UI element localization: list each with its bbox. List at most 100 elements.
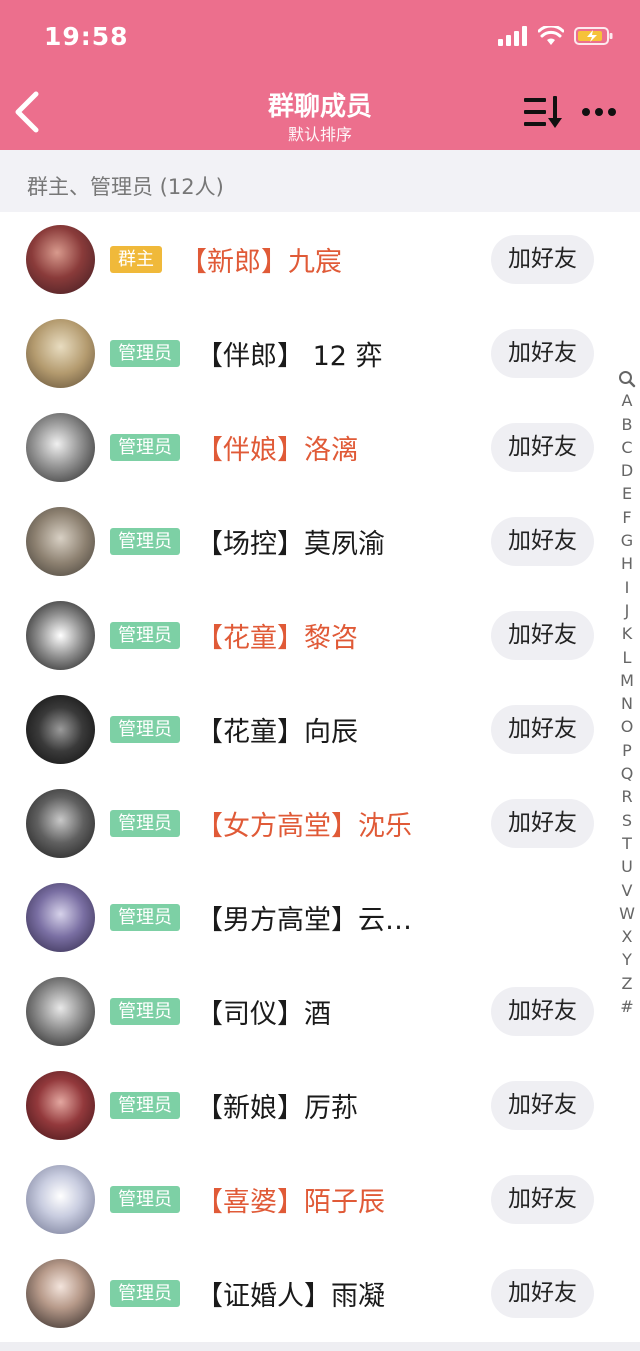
member-name: 【新郎】九宸 <box>180 247 342 278</box>
member-row[interactable]: 管理员 【伴郎】 12 弈 加好友 <box>0 306 640 400</box>
admin-badge: 管理员 <box>110 998 180 1025</box>
avatar[interactable] <box>26 1165 95 1234</box>
index-letter[interactable]: E <box>615 482 639 505</box>
avatar[interactable] <box>26 883 95 952</box>
admin-badge: 管理员 <box>110 1186 180 1213</box>
index-letter[interactable]: A <box>615 389 639 412</box>
member-name: 【新娘】厉荪 <box>196 1093 358 1124</box>
member-list: 群主 【新郎】九宸 加好友 管理员 【伴郎】 12 弈 加好友 管理员 【伴娘】… <box>0 212 640 1340</box>
admin-badge: 管理员 <box>110 810 180 837</box>
bottom-divider <box>0 1342 640 1351</box>
index-letter[interactable]: D <box>615 459 639 482</box>
add-friend-button[interactable]: 加好友 <box>491 1081 594 1130</box>
sort-icon[interactable] <box>522 92 564 132</box>
admin-badge: 管理员 <box>110 434 180 461</box>
signal-icon <box>498 26 527 46</box>
index-letter[interactable]: N <box>615 692 639 715</box>
section-header: 群主、管理员 (12人) <box>0 150 640 212</box>
index-letter[interactable]: T <box>615 832 639 855</box>
add-friend-button[interactable]: 加好友 <box>491 1175 594 1224</box>
nav-header: 19:58 群聊成员 默认排序 <box>0 0 640 150</box>
index-search-icon[interactable] <box>615 366 639 389</box>
add-friend-button[interactable]: 加好友 <box>491 1269 594 1318</box>
avatar[interactable] <box>26 789 95 858</box>
member-row[interactable]: 管理员 【司仪】酒 加好友 <box>0 964 640 1058</box>
add-friend-button[interactable]: 加好友 <box>491 235 594 284</box>
owner-badge: 群主 <box>110 246 162 273</box>
index-letter[interactable]: J <box>615 599 639 622</box>
admin-badge: 管理员 <box>110 904 180 931</box>
index-letter[interactable]: V <box>615 879 639 902</box>
status-icons <box>498 26 614 46</box>
index-letter[interactable]: U <box>615 855 639 878</box>
member-row[interactable]: 管理员 【证婚人】雨凝 加好友 <box>0 1246 640 1340</box>
index-letter[interactable]: C <box>615 436 639 459</box>
battery-icon <box>574 27 613 45</box>
index-letter[interactable]: X <box>615 925 639 948</box>
member-name: 【喜婆】陌子辰 <box>196 1187 385 1218</box>
add-friend-button[interactable]: 加好友 <box>491 799 594 848</box>
member-row[interactable]: 管理员 【新娘】厉荪 加好友 <box>0 1058 640 1152</box>
index-letter[interactable]: S <box>615 809 639 832</box>
add-friend-button[interactable]: 加好友 <box>491 705 594 754</box>
admin-badge: 管理员 <box>110 716 180 743</box>
member-row[interactable]: 管理员 【喜婆】陌子辰 加好友 <box>0 1152 640 1246</box>
avatar[interactable] <box>26 507 95 576</box>
admin-badge: 管理员 <box>110 528 180 555</box>
member-row[interactable]: 管理员 【伴娘】洛漓 加好友 <box>0 400 640 494</box>
index-letter[interactable]: B <box>615 413 639 436</box>
member-name: 【男方高堂】云… <box>196 905 412 936</box>
index-letter[interactable]: P <box>615 739 639 762</box>
wifi-icon <box>538 26 564 45</box>
section-label: 群主、管理员 (12人) <box>27 175 224 199</box>
status-time: 19:58 <box>44 22 129 51</box>
member-name: 【场控】莫夙渝 <box>196 529 385 560</box>
index-letter[interactable]: W <box>615 902 639 925</box>
add-friend-button[interactable]: 加好友 <box>491 517 594 566</box>
index-letter[interactable]: I <box>615 576 639 599</box>
avatar[interactable] <box>26 319 95 388</box>
member-row[interactable]: 管理员 【花童】向辰 加好友 <box>0 682 640 776</box>
index-letter[interactable]: # <box>615 995 639 1018</box>
member-name: 【女方高堂】沈乐 <box>196 811 412 842</box>
add-friend-button[interactable]: 加好友 <box>491 423 594 472</box>
index-letter[interactable]: M <box>615 669 639 692</box>
index-letter[interactable]: F <box>615 506 639 529</box>
member-name: 【证婚人】雨凝 <box>196 1281 385 1312</box>
index-letter[interactable]: Y <box>615 948 639 971</box>
admin-badge: 管理员 <box>110 340 180 367</box>
alphabet-index[interactable]: A B C D E F G H I J K L M N O P Q R S T … <box>615 366 639 1018</box>
avatar[interactable] <box>26 1071 95 1140</box>
avatar[interactable] <box>26 695 95 764</box>
index-letter[interactable]: L <box>615 646 639 669</box>
member-name: 【伴娘】洛漓 <box>196 435 358 466</box>
index-letter[interactable]: Q <box>615 762 639 785</box>
index-letter[interactable]: Z <box>615 972 639 995</box>
member-name: 【伴郎】 12 弈 <box>196 341 383 372</box>
avatar[interactable] <box>26 225 95 294</box>
member-row[interactable]: 管理员 【场控】莫夙渝 加好友 <box>0 494 640 588</box>
index-letter[interactable]: G <box>615 529 639 552</box>
avatar[interactable] <box>26 1259 95 1328</box>
index-letter[interactable]: R <box>615 785 639 808</box>
more-icon[interactable] <box>582 108 616 116</box>
member-row[interactable]: 管理员 【女方高堂】沈乐 加好友 <box>0 776 640 870</box>
avatar[interactable] <box>26 413 95 482</box>
admin-badge: 管理员 <box>110 622 180 649</box>
index-letter[interactable]: K <box>615 622 639 645</box>
add-friend-button[interactable]: 加好友 <box>491 611 594 660</box>
member-name: 【司仪】酒 <box>196 999 331 1030</box>
admin-badge: 管理员 <box>110 1280 180 1307</box>
add-friend-button[interactable]: 加好友 <box>491 329 594 378</box>
member-name: 【花童】向辰 <box>196 717 358 748</box>
member-row[interactable]: 群主 【新郎】九宸 加好友 <box>0 212 640 306</box>
member-row[interactable]: 管理员 【男方高堂】云… <box>0 870 640 964</box>
avatar[interactable] <box>26 601 95 670</box>
index-letter[interactable]: H <box>615 552 639 575</box>
add-friend-button[interactable]: 加好友 <box>491 987 594 1036</box>
admin-badge: 管理员 <box>110 1092 180 1119</box>
member-row[interactable]: 管理员 【花童】黎咨 加好友 <box>0 588 640 682</box>
avatar[interactable] <box>26 977 95 1046</box>
member-name: 【花童】黎咨 <box>196 623 358 654</box>
index-letter[interactable]: O <box>615 715 639 738</box>
